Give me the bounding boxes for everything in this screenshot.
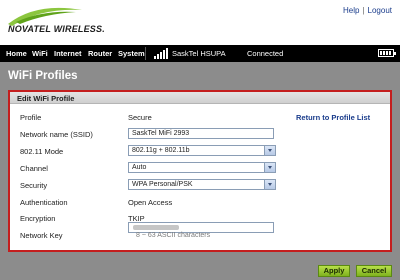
masked-key-value: [133, 225, 179, 230]
authentication-label: Authentication: [20, 198, 68, 207]
authentication-value: Open Access: [128, 198, 173, 207]
chevron-down-icon[interactable]: [264, 163, 275, 172]
help-link[interactable]: Help: [343, 6, 359, 15]
ssid-label: Network name (SSID): [20, 130, 93, 139]
ssid-input[interactable]: SaskTel MiFi 2993: [128, 128, 274, 139]
channel-selected-value: Auto: [132, 164, 147, 171]
chevron-down-icon[interactable]: [264, 146, 275, 155]
mode-select[interactable]: 802.11g + 802.11b: [128, 145, 276, 156]
network-key-hint: 8 ~ 63 ASCII characters: [136, 232, 211, 239]
battery-icon: [378, 49, 396, 57]
mode-label: 802.11 Mode: [20, 147, 64, 156]
panel-header: Edit WiFi Profile: [10, 92, 390, 104]
mode-selected-value: 802.11g + 802.11b: [132, 147, 190, 154]
chevron-down-icon[interactable]: [264, 180, 275, 189]
main-nav: Home WiFi Internet Router System SaskTel…: [0, 45, 400, 62]
brand-name: NOVATEL WIRELESS.: [8, 24, 105, 34]
carrier-name: SaskTel HSUPA: [172, 49, 226, 58]
top-links: Help | Logout: [343, 6, 392, 15]
nav-router[interactable]: Router: [88, 49, 112, 58]
nav-internet[interactable]: Internet: [54, 49, 82, 58]
network-key-label: Network Key: [20, 231, 63, 240]
nav-home[interactable]: Home: [6, 49, 27, 58]
page-title: WiFi Profiles: [8, 70, 78, 82]
return-to-profile-list-link[interactable]: Return to Profile List: [296, 113, 370, 122]
cancel-button[interactable]: Cancel: [356, 265, 392, 277]
logout-link[interactable]: Logout: [368, 6, 392, 15]
profile-value: Secure: [128, 113, 152, 122]
encryption-label: Encryption: [20, 214, 56, 223]
security-label: Security: [20, 181, 48, 190]
channel-label: Channel: [20, 164, 48, 173]
signal-strength-icon: [154, 48, 168, 59]
page-header: NOVATEL WIRELESS. Help | Logout: [0, 0, 400, 44]
connection-status: Connected: [247, 49, 284, 58]
security-select[interactable]: WPA Personal/PSK: [128, 179, 276, 190]
security-selected-value: WPA Personal/PSK: [132, 181, 193, 188]
channel-select[interactable]: Auto: [128, 162, 276, 173]
panel-title: Edit WiFi Profile: [17, 94, 75, 103]
link-separator: |: [362, 6, 365, 15]
edit-profile-panel: Edit WiFi Profile Profile Secure Return …: [8, 90, 392, 252]
profile-label: Profile: [20, 113, 42, 122]
nav-system[interactable]: System: [118, 49, 145, 58]
nav-wifi[interactable]: WiFi: [32, 49, 48, 58]
apply-button[interactable]: Apply: [318, 265, 350, 277]
nav-divider: [145, 47, 146, 60]
